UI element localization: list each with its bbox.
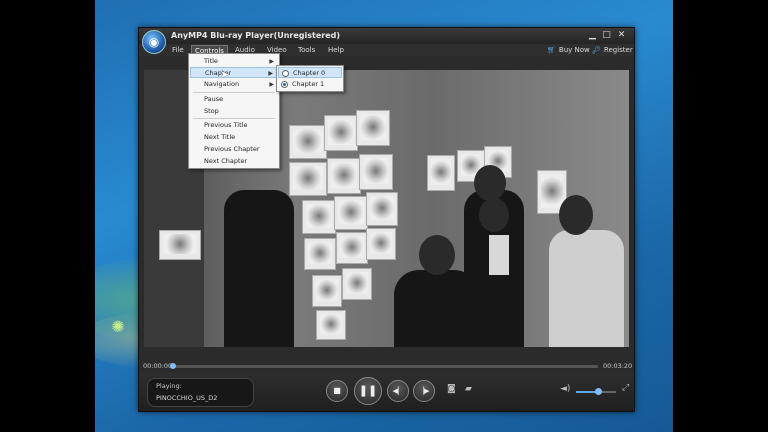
progress-area: 00:00:00 00:03:20 (139, 359, 634, 373)
storyboard-photo (342, 268, 372, 300)
chapter-0-label: Chapter 0 (293, 69, 326, 77)
menu-item-next-chapter[interactable]: Next Chapter (190, 156, 278, 167)
current-time: 00:00:00 (143, 362, 173, 370)
buy-now-button[interactable]: 🛒︎ Buy Now (547, 45, 590, 55)
storyboard-photo (159, 230, 201, 260)
menu-item-title[interactable]: Title ▶ (190, 56, 278, 67)
menu-item-next-title[interactable]: Next Title (190, 132, 278, 143)
app-logo-icon: ◉ (142, 30, 166, 54)
storyboard-photo (334, 196, 368, 230)
stop-icon: ■ (333, 386, 341, 395)
menu-help[interactable]: Help (325, 45, 347, 55)
next-button[interactable]: ▕▶ (413, 380, 435, 402)
playing-file-name: PINOCCHIO_US_D2 (156, 394, 218, 402)
storyboard-photo (312, 275, 342, 307)
person-head (419, 235, 455, 275)
storyboard-photo (289, 125, 327, 159)
person-head (559, 195, 593, 235)
submenu-arrow-icon: ▶ (269, 81, 274, 88)
chapter-1-option[interactable]: Chapter 1 (278, 79, 342, 90)
storyboard-photo (304, 238, 336, 270)
snapshot-icon[interactable]: ◙ (447, 384, 456, 394)
menu-item-navigation-label: Navigation (204, 80, 240, 88)
letterbox-left (0, 0, 95, 432)
submenu-arrow-icon: ▶ (268, 70, 273, 77)
open-folder-icon[interactable]: ▰ (465, 384, 472, 394)
maximize-icon[interactable]: □ (601, 30, 612, 41)
menu-file[interactable]: File (169, 45, 187, 55)
total-time: 00:03:20 (603, 362, 633, 370)
person-shirt (489, 235, 509, 275)
pause-button[interactable]: ❚❚ (354, 377, 382, 405)
register-label: Register (603, 46, 633, 54)
seek-handle[interactable] (170, 363, 176, 369)
menu-item-stop[interactable]: Stop (190, 106, 278, 117)
stop-button[interactable]: ■ (326, 380, 348, 402)
menu-item-chapter[interactable]: Chapter ▶ (190, 67, 278, 78)
register-button[interactable]: 🔑︎ Register (592, 45, 633, 55)
minimize-icon[interactable]: ▁ (587, 30, 598, 41)
menu-item-navigation[interactable]: Navigation ▶ (190, 79, 278, 90)
cart-icon: 🛒︎ (547, 46, 556, 54)
window-title: AnyMP4 Blu-ray Player(Unregistered) (171, 31, 341, 40)
storyboard-photo (427, 155, 455, 191)
chapter-0-option[interactable]: Chapter 0 (278, 67, 342, 78)
playing-label: Playing: (156, 382, 182, 390)
menu-separator (193, 118, 275, 119)
storyboard-photo (336, 232, 368, 264)
storyboard-photo (324, 115, 358, 151)
storyboard-photo (327, 158, 361, 194)
radio-unchecked-icon (282, 70, 289, 77)
storyboard-photo (366, 192, 398, 226)
person-silhouette (549, 230, 624, 347)
title-bar[interactable]: AnyMP4 Blu-ray Player(Unregistered) ▁ □ … (139, 28, 634, 44)
volume-handle[interactable] (595, 388, 602, 395)
person-silhouette (224, 190, 294, 347)
storyboard-photo (289, 162, 327, 196)
now-playing-panel: Playing: PINOCCHIO_US_D2 (147, 378, 254, 407)
pause-icon: ❚❚ (358, 384, 378, 397)
previous-icon: ◀▏ (392, 387, 404, 395)
storyboard-photo (366, 228, 396, 260)
submenu-arrow-icon: ▶ (269, 58, 274, 65)
fullscreen-icon[interactable]: ⤢ (622, 383, 629, 393)
person-head (474, 165, 506, 201)
previous-button[interactable]: ◀▏ (387, 380, 409, 402)
storyboard-photo (359, 154, 393, 190)
letterbox-right (673, 0, 768, 432)
menu-item-previous-chapter[interactable]: Previous Chapter (190, 144, 278, 155)
chapter-1-label: Chapter 1 (292, 80, 325, 88)
menu-item-title-label: Title (204, 57, 218, 65)
desktop-sparkle-icon: ✺ (111, 317, 125, 336)
radio-checked-icon (281, 81, 288, 88)
storyboard-photo (356, 110, 390, 146)
controls-dropdown-menu: Title ▶ Chapter ▶ Navigation ▶ Pause Stop P… (188, 53, 280, 169)
close-icon[interactable]: ✕ (616, 30, 627, 41)
seek-bar[interactable] (172, 365, 598, 368)
key-icon: 🔑︎ (592, 46, 601, 54)
storyboard-photo (302, 200, 336, 234)
menu-item-pause[interactable]: Pause (190, 94, 278, 105)
menu-tools[interactable]: Tools (295, 45, 318, 55)
storyboard-photo (316, 310, 346, 340)
menu-separator (193, 92, 275, 93)
person-head (479, 198, 509, 232)
chapter-submenu: Chapter 0 Chapter 1 (276, 65, 344, 92)
control-bar: Playing: PINOCCHIO_US_D2 ■ ❚❚ ◀▏ ▕▶ ◙ ▰ … (139, 373, 634, 411)
menu-item-previous-title[interactable]: Previous Title (190, 120, 278, 131)
next-icon: ▕▶ (418, 387, 430, 395)
buy-now-label: Buy Now (558, 46, 590, 54)
volume-icon[interactable]: ◄) (560, 384, 570, 394)
mouse-cursor-icon: ➤ (220, 68, 230, 81)
